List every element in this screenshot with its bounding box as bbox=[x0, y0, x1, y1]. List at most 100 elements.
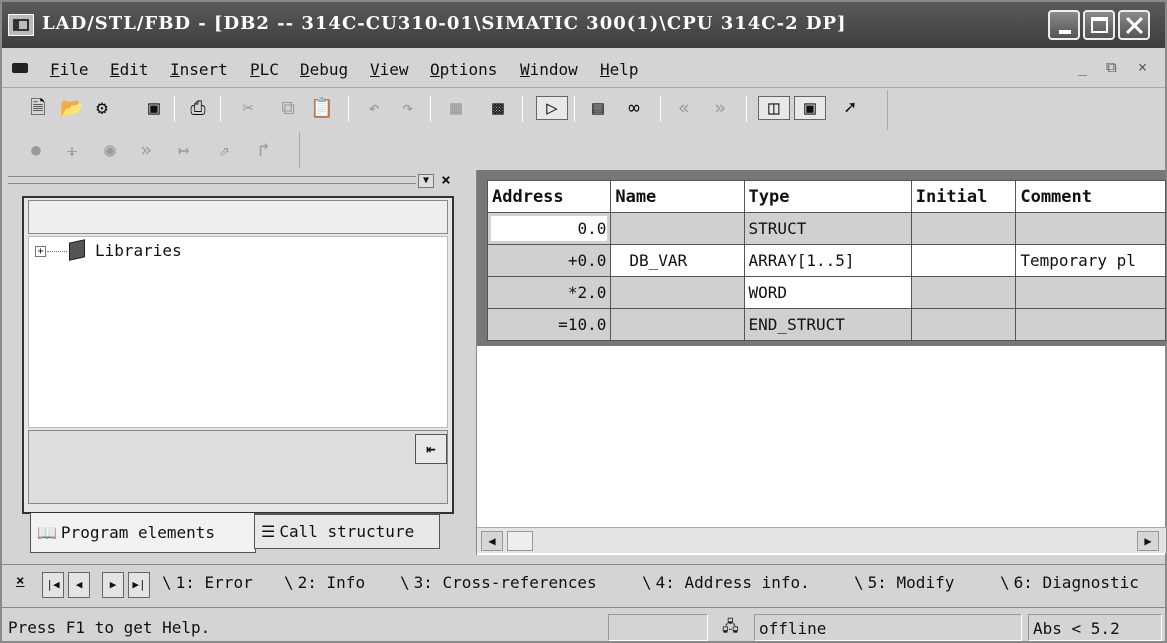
prev-error-icon[interactable]: « bbox=[672, 96, 696, 120]
scroll-left-icon[interactable]: ◀ bbox=[481, 531, 503, 551]
address-cell[interactable]: *2.0 bbox=[486, 276, 612, 309]
menu-edit[interactable]: Edit bbox=[110, 60, 149, 79]
menu-options[interactable]: Options bbox=[430, 60, 497, 79]
pane-grip[interactable] bbox=[8, 176, 416, 184]
title-bar[interactable]: LAD/STL/FBD - [DB2 -- 314C-CU310-01\SIMA… bbox=[2, 2, 1165, 48]
app-icon[interactable] bbox=[8, 14, 34, 36]
details-close-icon[interactable]: × bbox=[16, 573, 24, 589]
address-cell[interactable]: =10.0 bbox=[486, 308, 612, 341]
accessible-nodes-icon[interactable]: ⚙ bbox=[90, 96, 114, 120]
tree-item-libraries[interactable]: Libraries bbox=[95, 241, 182, 260]
catalog-tree[interactable]: + Libraries bbox=[28, 236, 448, 428]
new-icon[interactable]: 🗎 bbox=[26, 96, 50, 120]
tab-modify[interactable]: 5: Modify bbox=[854, 573, 955, 592]
close-branch-icon[interactable]: ↦ bbox=[172, 138, 196, 162]
box-icon[interactable]: ◉ bbox=[98, 138, 122, 162]
address-cell[interactable]: +0.0 bbox=[486, 244, 612, 277]
redo-icon[interactable]: ↷ bbox=[396, 96, 420, 120]
name-cell[interactable] bbox=[610, 276, 745, 309]
column-header-name[interactable]: Name bbox=[610, 180, 745, 213]
print-icon[interactable]: ⎙ bbox=[186, 96, 210, 120]
next-error-icon[interactable]: » bbox=[708, 96, 732, 120]
initial-cell[interactable] bbox=[910, 276, 1017, 309]
chevron-down-icon[interactable]: ▼ bbox=[418, 174, 434, 188]
name-cell[interactable] bbox=[610, 308, 745, 341]
menu-file[interactable]: File bbox=[50, 60, 89, 79]
type-cell[interactable]: END_STRUCT bbox=[743, 308, 912, 341]
save-icon[interactable]: ▣ bbox=[142, 96, 166, 120]
tab-address-info[interactable]: 4: Address info. bbox=[642, 573, 810, 592]
details-icon[interactable]: ▣ bbox=[794, 96, 826, 120]
mdi-close-button[interactable]: × bbox=[1138, 58, 1147, 76]
tab-program-elements[interactable]: 📖 Program elements bbox=[30, 513, 256, 553]
maximize-button[interactable] bbox=[1083, 10, 1115, 40]
type-cell[interactable]: STRUCT bbox=[743, 212, 912, 245]
monitor-icon[interactable]: ∞ bbox=[622, 96, 646, 120]
comment-cell[interactable] bbox=[1015, 308, 1166, 341]
paste-icon[interactable]: 📋 bbox=[310, 96, 334, 120]
prev-tab-icon[interactable]: ◀ bbox=[68, 572, 90, 598]
comment-cell[interactable] bbox=[1015, 276, 1166, 309]
tab-info[interactable]: 2: Info bbox=[284, 573, 366, 592]
menu-help[interactable]: Help bbox=[600, 60, 639, 79]
menu-plc[interactable]: PLC bbox=[250, 60, 279, 79]
coil-icon[interactable]: ⨨ bbox=[60, 138, 84, 162]
declaration-view-icon[interactable]: ▷ bbox=[536, 96, 568, 120]
initial-cell[interactable] bbox=[910, 308, 1017, 341]
last-tab-icon[interactable]: ▶| bbox=[128, 572, 150, 598]
column-header-type[interactable]: Type bbox=[743, 180, 912, 213]
expand-icon[interactable]: + bbox=[35, 246, 46, 257]
address-cell[interactable]: 0.0 bbox=[486, 212, 612, 245]
table-row[interactable]: 0.0 STRUCT bbox=[486, 212, 1166, 245]
table-row[interactable]: =10.0 END_STRUCT bbox=[486, 308, 1166, 341]
type-cell[interactable]: WORD bbox=[743, 276, 912, 309]
undo-icon[interactable]: ↶ bbox=[362, 96, 386, 120]
table-row[interactable]: *2.0 WORD bbox=[486, 276, 1166, 309]
window-title: LAD/STL/FBD - [DB2 -- 314C-CU310-01\SIMA… bbox=[42, 13, 847, 34]
tab-cross-references[interactable]: 3: Cross-references bbox=[400, 573, 597, 592]
help-pointer-icon[interactable]: ➚ bbox=[838, 96, 862, 120]
mdi-restore-button[interactable]: ⧉ bbox=[1106, 58, 1117, 76]
name-cell[interactable] bbox=[610, 212, 745, 245]
download-icon[interactable]: ▩ bbox=[486, 96, 510, 120]
scroll-thumb[interactable] bbox=[507, 531, 533, 551]
insert-element-icon[interactable]: ⇤ bbox=[415, 434, 447, 464]
pane-close-icon[interactable]: × bbox=[438, 172, 454, 188]
tab-call-structure[interactable]: ☰ Call structure bbox=[254, 513, 440, 549]
next-tab-icon[interactable]: ▶ bbox=[102, 572, 124, 598]
initial-cell[interactable] bbox=[910, 244, 1017, 277]
comment-cell[interactable] bbox=[1015, 212, 1166, 245]
name-cell[interactable]: DB_VAR bbox=[610, 244, 745, 277]
close-button[interactable] bbox=[1118, 10, 1150, 40]
type-cell[interactable]: ARRAY[1..5] bbox=[743, 244, 912, 277]
cut-icon[interactable]: ✂ bbox=[236, 96, 260, 120]
initial-cell[interactable] bbox=[910, 212, 1017, 245]
status-bar: Press F1 to get Help. 🖧 offline Abs < 5.… bbox=[2, 612, 1165, 643]
menu-window[interactable]: Window bbox=[520, 60, 578, 79]
mdi-minimize-button[interactable]: _ bbox=[1078, 58, 1087, 76]
menu-insert[interactable]: Insert bbox=[170, 60, 228, 79]
column-header-address[interactable]: Address bbox=[486, 180, 612, 213]
connection-icon[interactable]: ↱ bbox=[252, 138, 276, 162]
tab-diagnostic[interactable]: 6: Diagnostic bbox=[1000, 573, 1139, 592]
compile-icon[interactable]: ▦ bbox=[444, 96, 468, 120]
menu-view[interactable]: View bbox=[370, 60, 409, 79]
monitor-network-icon[interactable]: ▤ bbox=[586, 96, 610, 120]
overview-icon[interactable]: ◫ bbox=[758, 96, 790, 120]
copy-icon[interactable]: ⧉ bbox=[276, 96, 300, 120]
document-menu-icon[interactable] bbox=[12, 63, 28, 73]
minimize-button[interactable] bbox=[1048, 10, 1080, 40]
column-header-comment[interactable]: Comment bbox=[1015, 180, 1166, 213]
open-icon[interactable]: 📂 bbox=[60, 96, 84, 120]
table-row[interactable]: +0.0 DB_VAR ARRAY[1..5] Temporary pl bbox=[486, 244, 1166, 277]
first-tab-icon[interactable]: |◀ bbox=[42, 572, 64, 598]
menu-debug[interactable]: Debug bbox=[300, 60, 348, 79]
comment-cell[interactable]: Temporary pl bbox=[1015, 244, 1166, 277]
scroll-right-icon[interactable]: ▶ bbox=[1137, 531, 1159, 551]
horizontal-scrollbar[interactable]: ◀ ▶ bbox=[477, 527, 1166, 553]
column-header-initial[interactable]: Initial bbox=[910, 180, 1017, 213]
jump-icon[interactable]: ⇗ bbox=[212, 138, 236, 162]
tab-error[interactable]: 1: Error bbox=[162, 573, 253, 592]
open-branch-icon[interactable]: » bbox=[134, 138, 158, 162]
contact-icon[interactable]: ● bbox=[24, 138, 48, 162]
